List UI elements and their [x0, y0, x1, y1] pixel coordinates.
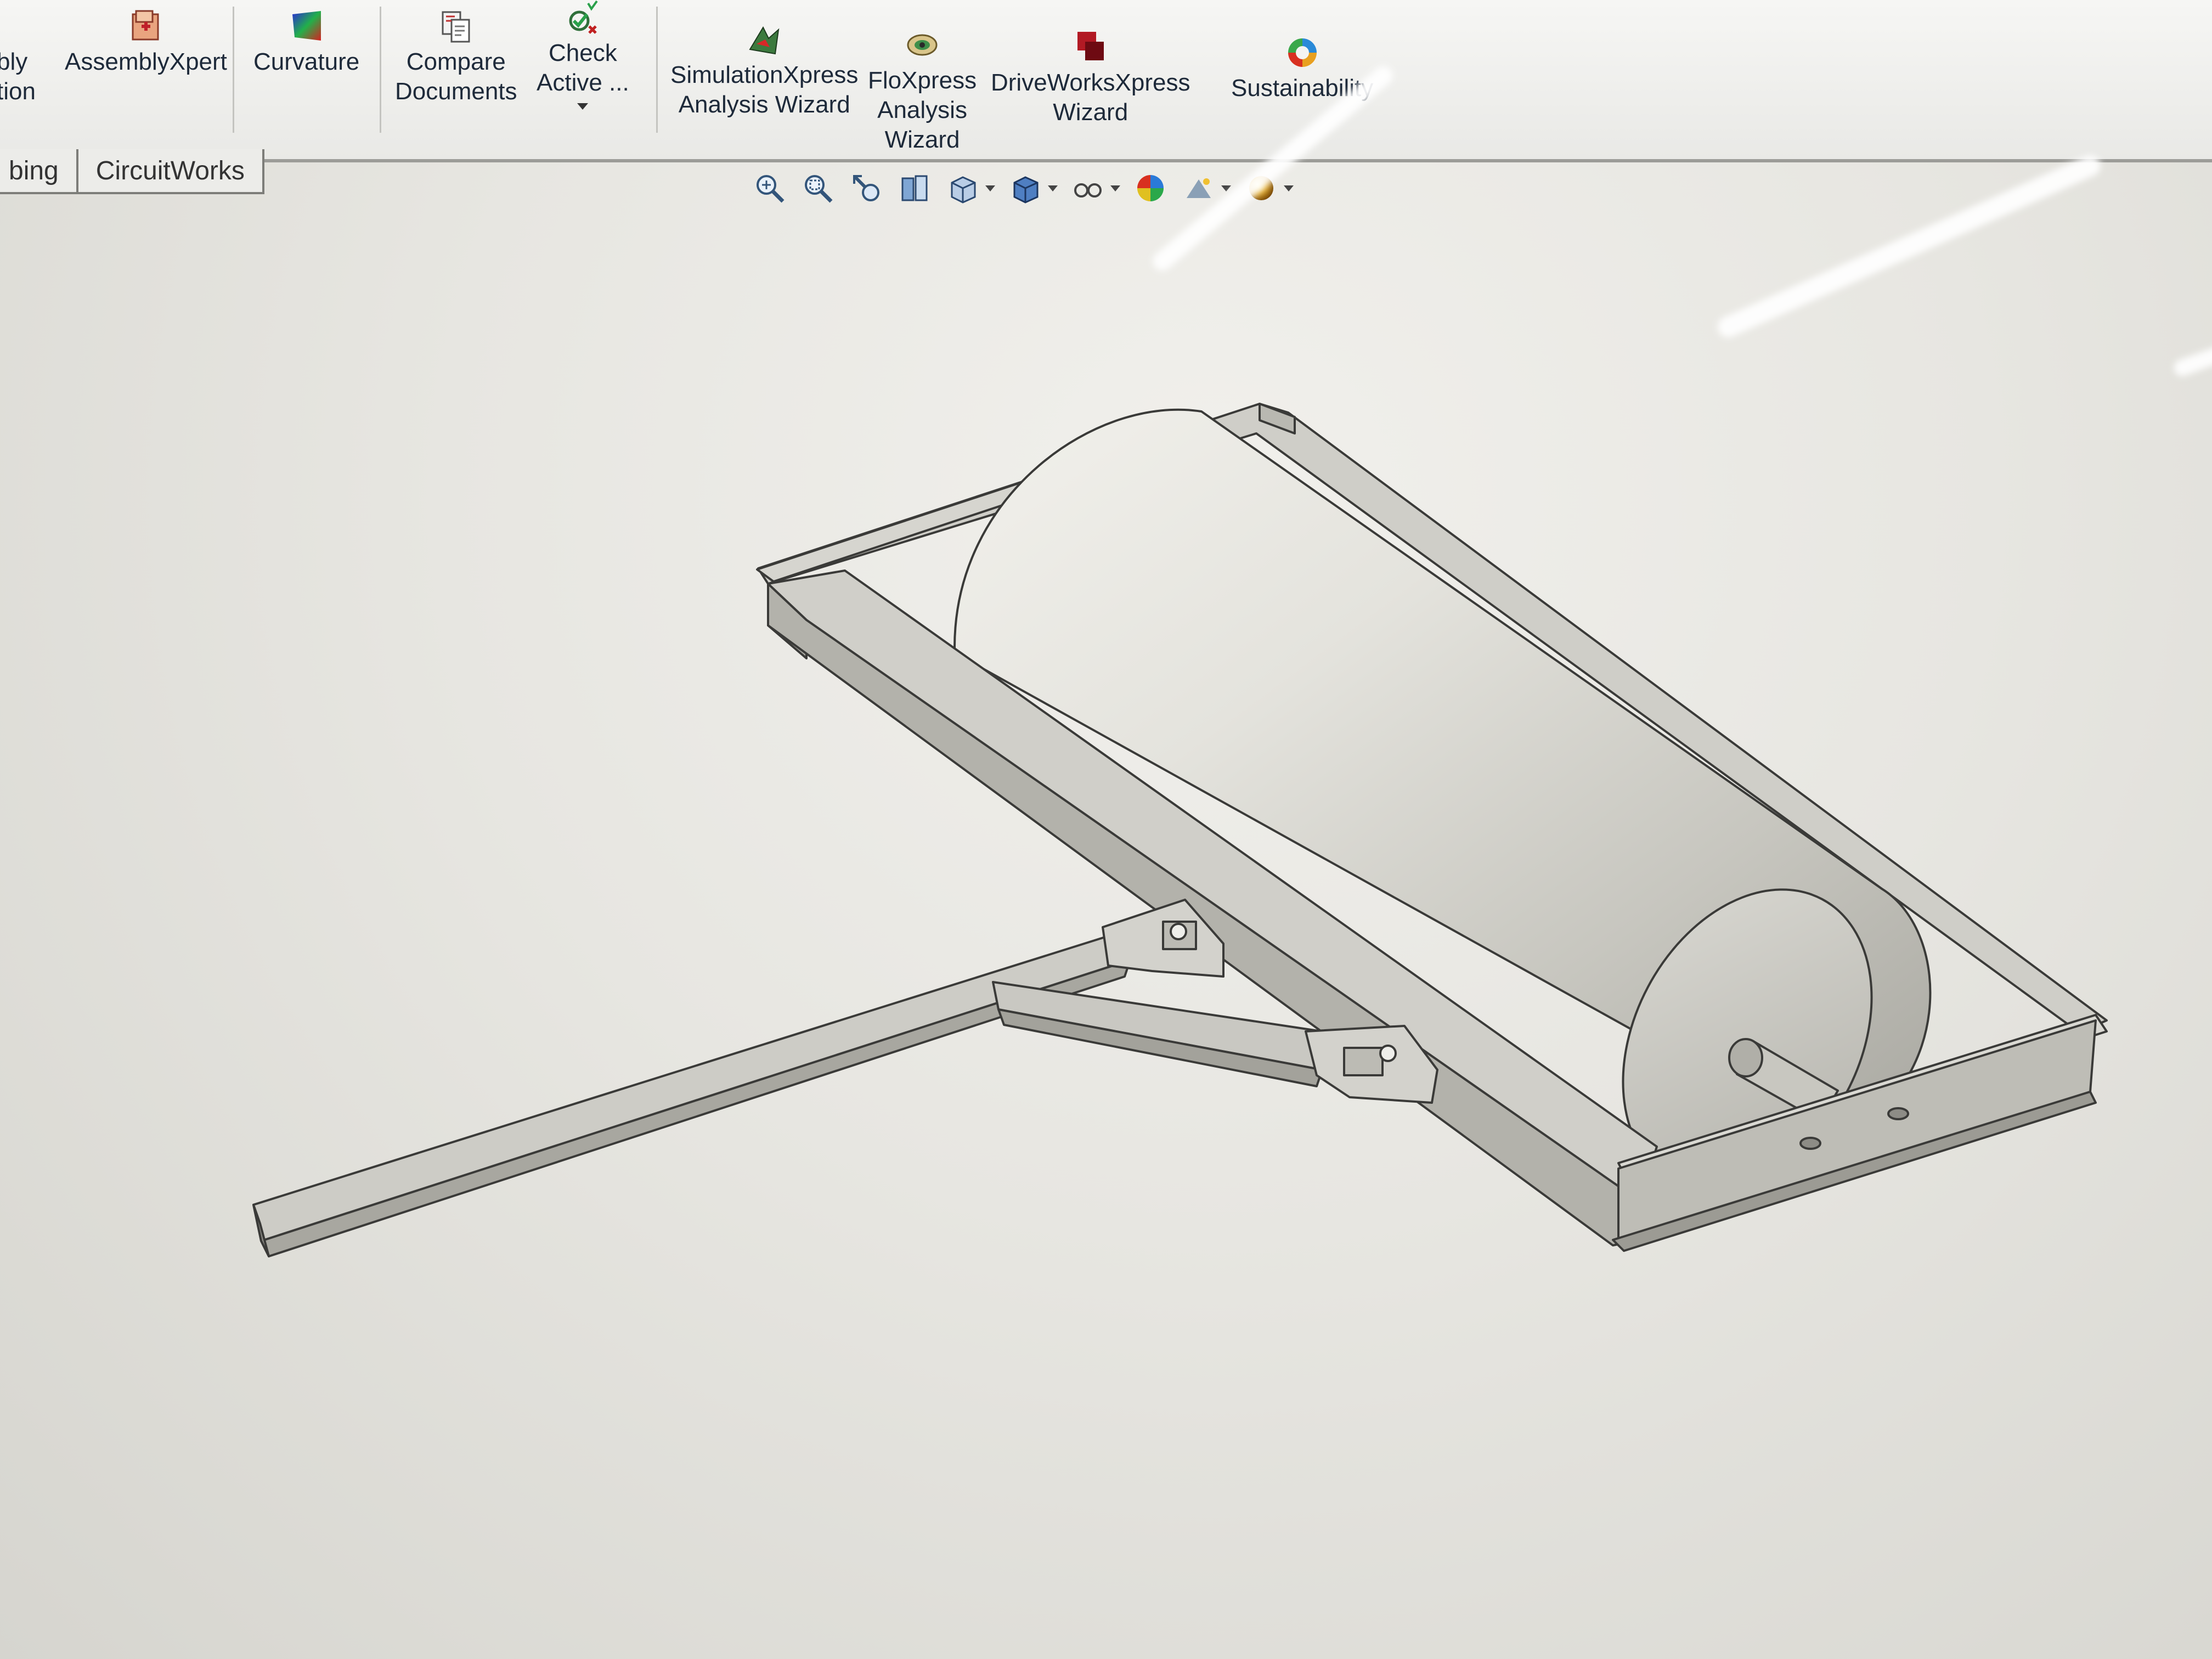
roller-assembly-model[interactable] — [252, 403, 2108, 1257]
tow-tongue[interactable] — [252, 932, 1131, 1257]
tongue-brace[interactable] — [992, 981, 1323, 1087]
solidworks-window: bly tion AssemblyXpert Curvature Compare… — [0, 0, 2212, 1659]
